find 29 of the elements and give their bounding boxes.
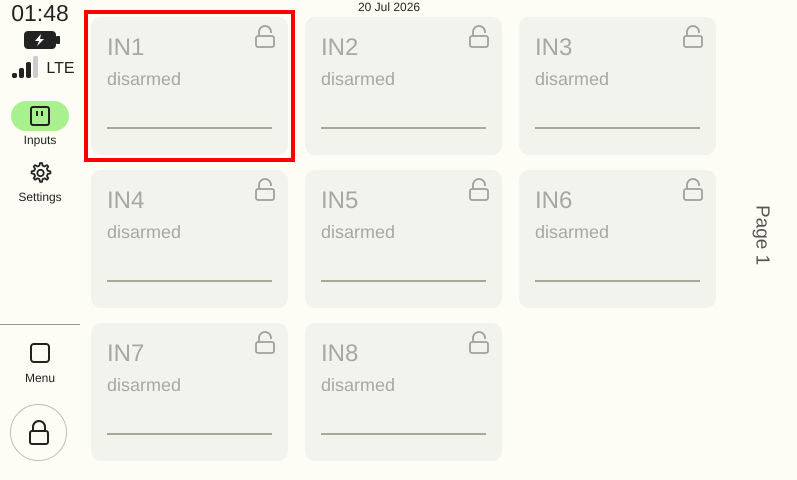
input-name: IN1 — [107, 33, 144, 63]
input-name: IN8 — [321, 339, 358, 369]
input-panel-icon — [29, 105, 51, 127]
input-state: disarmed — [107, 374, 182, 397]
input-tile[interactable]: IN1 disarmed — [84, 10, 295, 162]
input-state: disarmed — [107, 221, 182, 244]
date-label: 20 Jul 2026 — [358, 0, 420, 16]
clock-time: 01:48 — [11, 0, 69, 26]
input-name: IN5 — [321, 186, 358, 216]
input-name: IN3 — [535, 33, 572, 63]
page-label: Page 1 — [750, 205, 774, 266]
input-state: disarmed — [535, 68, 610, 91]
input-state: disarmed — [321, 221, 396, 244]
input-name: IN4 — [107, 186, 144, 216]
menu-button[interactable]: Menu — [12, 342, 68, 387]
settings-icon — [28, 161, 52, 185]
input-state: disarmed — [107, 68, 182, 91]
nav-item[interactable]: Settings — [5, 158, 75, 205]
input-name: IN2 — [321, 33, 358, 63]
input-state: disarmed — [321, 374, 396, 397]
battery-charging-icon — [22, 30, 60, 50]
square-icon — [29, 342, 51, 364]
input-name: IN6 — [535, 186, 572, 216]
input-state: disarmed — [535, 221, 610, 244]
lock-icon — [28, 420, 50, 446]
input-state: disarmed — [321, 68, 396, 91]
network-label: LTE — [46, 59, 75, 79]
lock-button[interactable] — [10, 404, 67, 461]
input-name: IN7 — [107, 339, 144, 369]
